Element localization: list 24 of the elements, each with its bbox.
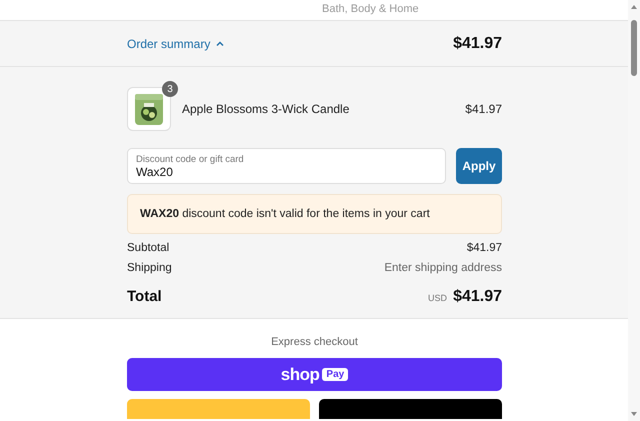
quantity-badge: 3 [162,81,178,97]
store-tagline: Bath, Body & Home [322,3,419,15]
product-name: Apple Blossoms 3-Wick Candle [182,102,350,116]
field-label: Discount code or gift card [136,154,245,164]
total-amount: $41.97 [453,288,502,305]
payment-button[interactable] [319,399,502,419]
line-label: Shipping [127,262,172,274]
line-label: Subtotal [127,242,170,254]
discount-field[interactable]: Discount code or gift card Wax20 [127,148,446,184]
total-label: Total [127,288,162,305]
payment-button[interactable] [127,399,310,419]
shop-pay-button[interactable]: shop Pay [127,358,502,391]
summary-total: $41.97 [453,34,502,52]
shipping-hint: Enter shipping address [384,262,502,274]
apply-button[interactable]: Apply [456,148,502,184]
error-message: WAX20 discount code isn't valid for the items in your cart [127,194,502,234]
product-price: $41.97 [465,102,502,116]
discount-code-input[interactable]: Wax20 [136,164,437,178]
line-amount: $41.97 [466,242,502,254]
chevron-icon [216,40,224,46]
express-checkout-heading: Express checkout [270,336,359,348]
currency-code: USD [428,293,448,303]
order-summary-toggle[interactable]: Order summary [127,36,224,50]
candle-jar-icon [134,92,164,126]
